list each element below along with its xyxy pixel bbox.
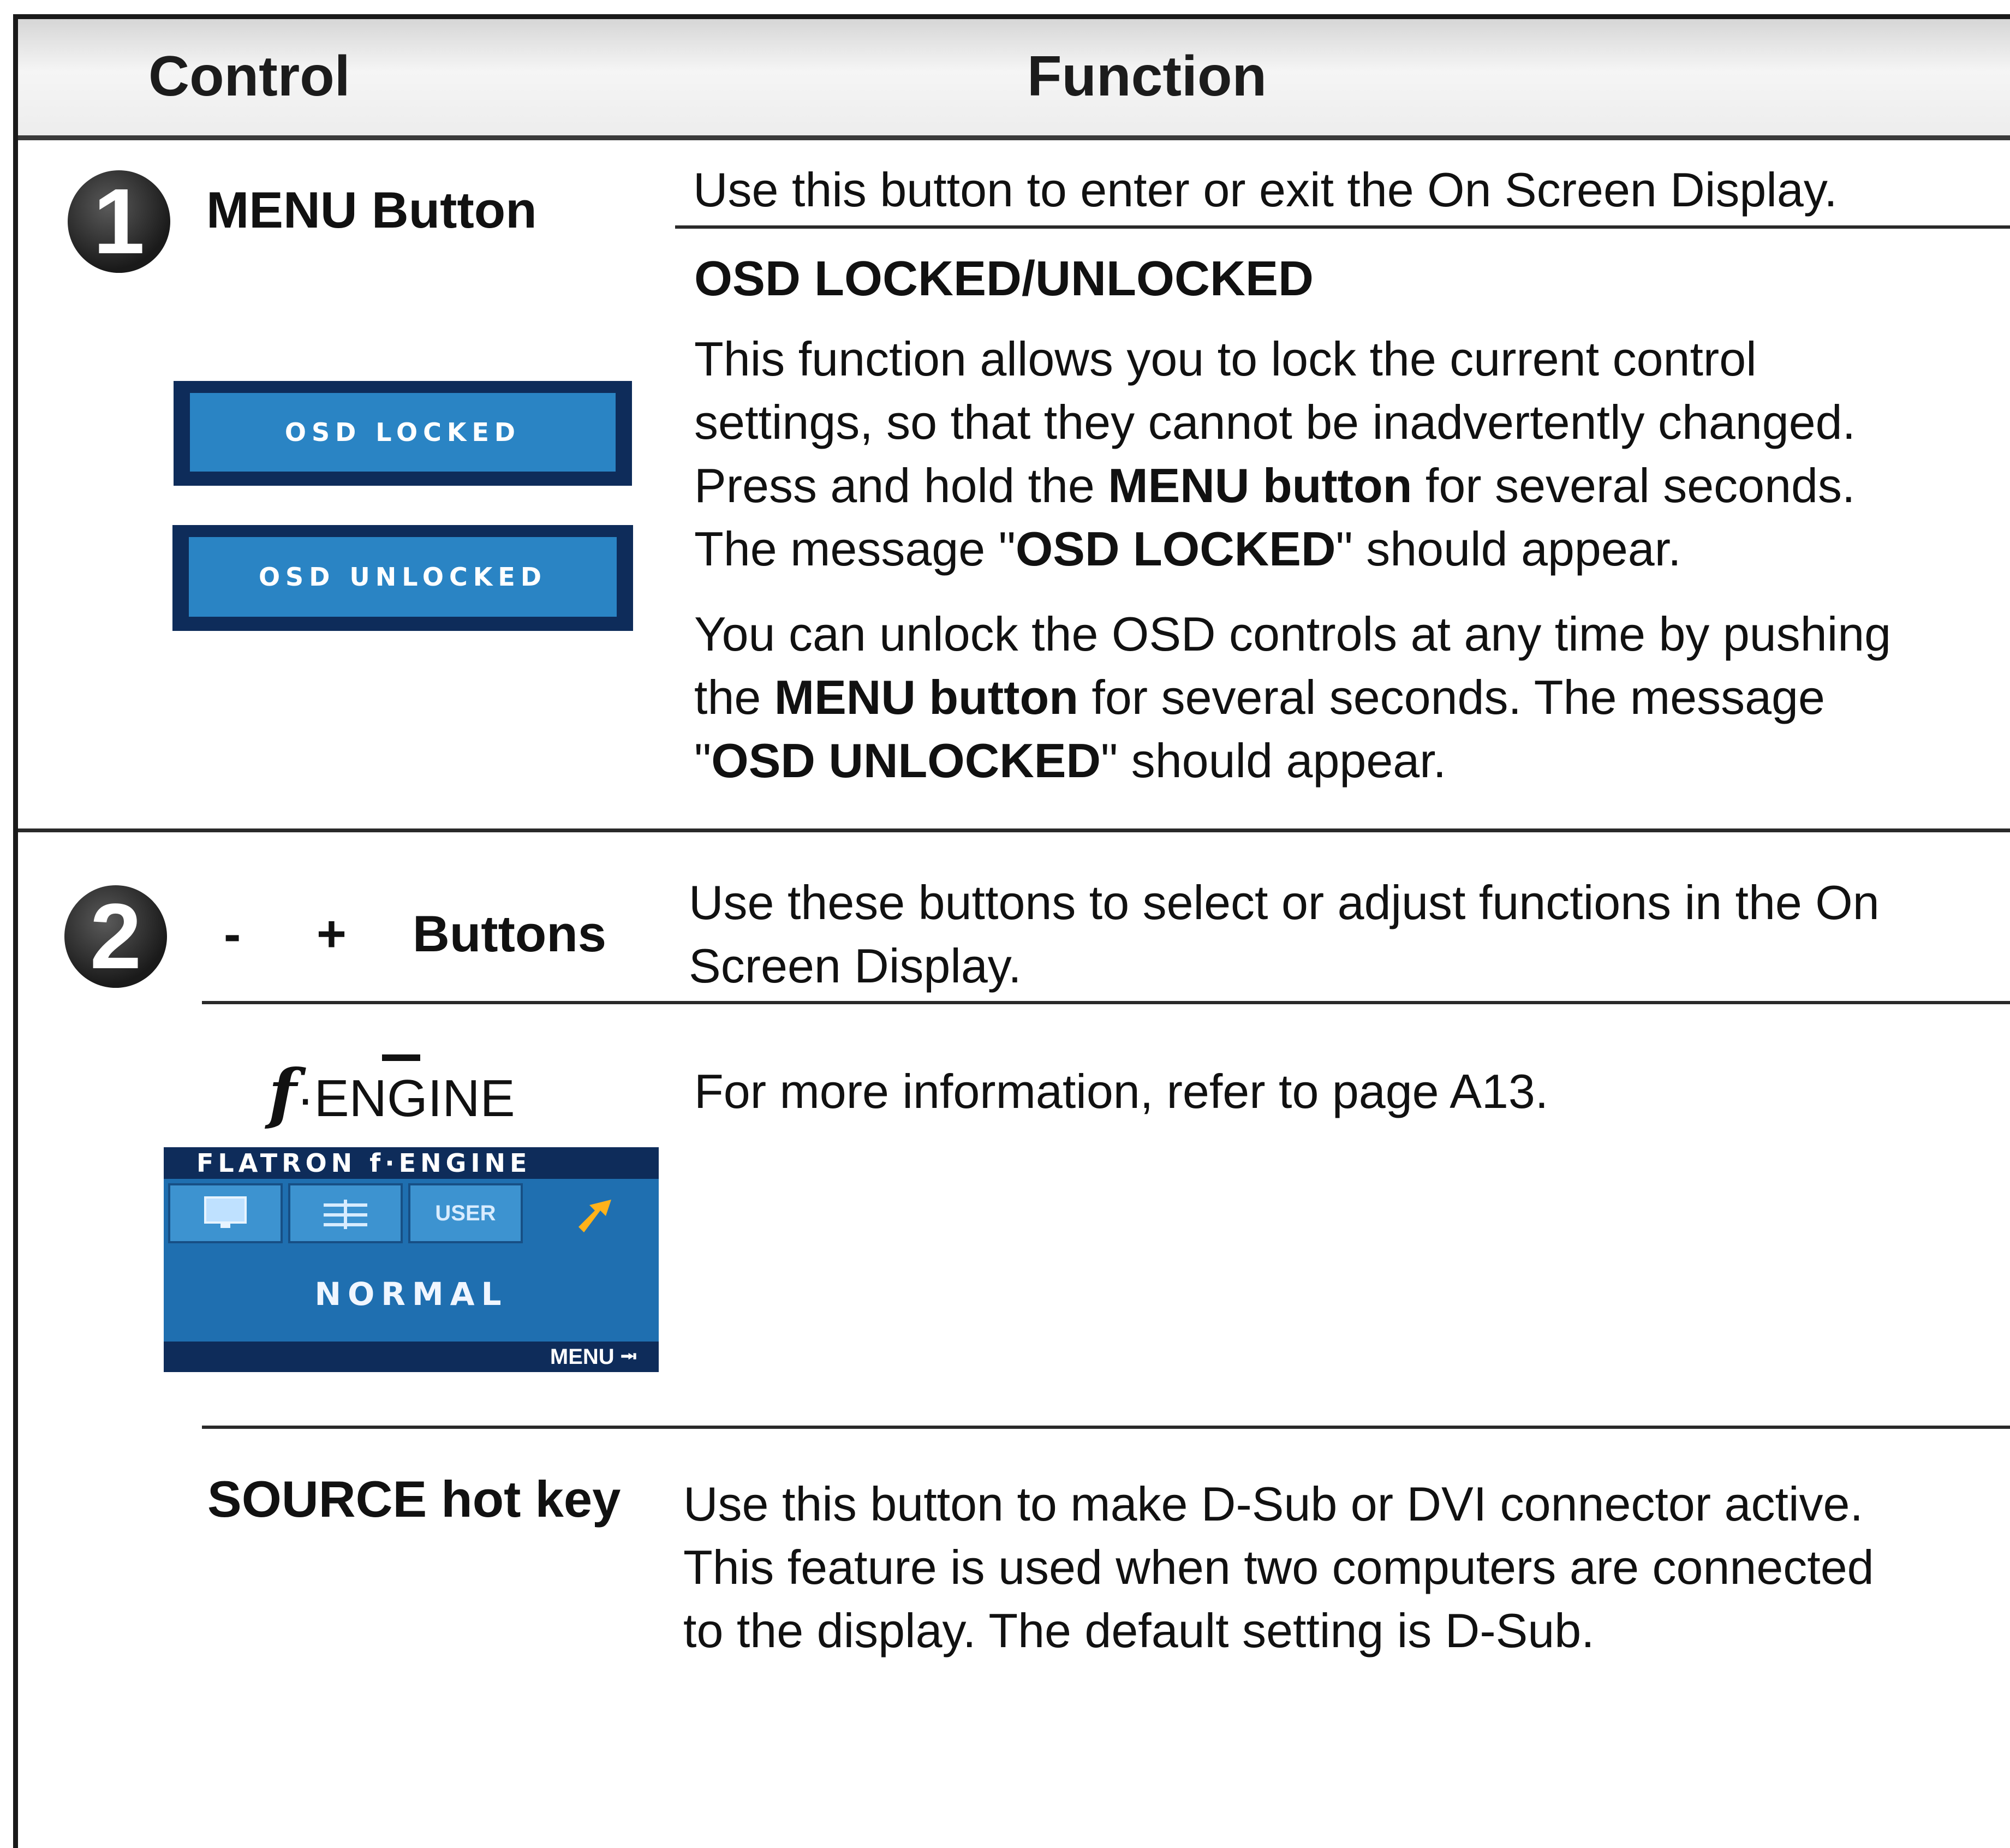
buttons-description: Use these buttons to select or adjust fu…: [689, 875, 1880, 993]
minus-button-label: -: [224, 905, 241, 962]
osd-lock-paragraph: This function allows you to lock the cur…: [694, 332, 1856, 576]
osd-locked-screen: OSD LOCKED: [174, 381, 632, 486]
step-1-badge: 1: [68, 170, 170, 273]
plus-button-label: +: [317, 905, 347, 962]
osd-locked-message: OSD LOCKED: [190, 393, 616, 472]
source-hot-key-label: SOURCE hot key: [207, 1470, 621, 1528]
f-engine-osd-panel: FLATRON f·ENGINE USER NORMAL MENU ⭲: [164, 1147, 659, 1372]
step-2-badge: 2: [64, 885, 167, 988]
f-engine-description: For more information, refer to page A13.: [694, 1064, 1549, 1118]
divider: [202, 1001, 2010, 1004]
row-divider: [18, 828, 2010, 832]
osd-unlock-paragraph: You can unlock the OSD controls at any t…: [694, 607, 1892, 788]
f-engine-overline: [382, 1054, 420, 1061]
f-engine-logo: f·ENGINE: [269, 1055, 515, 1132]
menu-intro: Use this button to enter or exit the On …: [693, 163, 1838, 217]
enter-icon: ⭲: [620, 1345, 637, 1369]
osd-lock-subtitle: OSD LOCKED/UNLOCKED: [694, 252, 1314, 306]
divider: [202, 1426, 2010, 1429]
menu-button-label: MENU Button: [206, 181, 537, 239]
osd-panel-header: FLATRON f·ENGINE: [164, 1147, 659, 1179]
osd-unlocked-message: OSD UNLOCKED: [189, 537, 617, 617]
buttons-label: Buttons: [413, 905, 607, 962]
grid-icon: [288, 1183, 403, 1243]
divider: [675, 225, 2010, 229]
osd-unlocked-screen: OSD UNLOCKED: [172, 525, 633, 631]
monitor-icon: [168, 1183, 283, 1243]
sparkle-icon: [568, 1194, 628, 1238]
osd-panel-footer: MENU ⭲: [164, 1342, 659, 1372]
header-control: Control: [148, 45, 350, 108]
user-tile: USER: [408, 1183, 523, 1243]
osd-mode-normal: NORMAL: [314, 1275, 508, 1313]
header-function: Function: [1027, 45, 1267, 108]
source-hot-key-description: Use this button to make D-Sub or DVI con…: [683, 1477, 1874, 1658]
